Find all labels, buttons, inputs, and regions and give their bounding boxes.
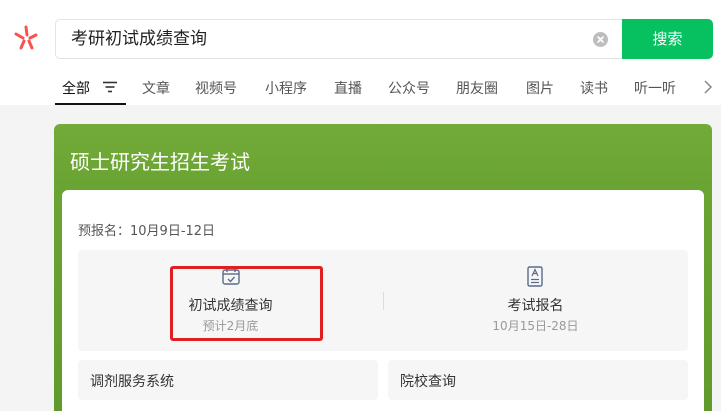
school-query-button[interactable]: 院校查询	[388, 360, 688, 400]
tab-moments[interactable]: 朋友圈	[456, 78, 498, 98]
exam-card: 硕士研究生招生考试 预报名：10月9日-12日 初试成绩查询 预计2月底 考试报…	[54, 124, 712, 411]
search-input[interactable]: 考研初试成绩查询	[55, 19, 622, 59]
wechat-search-logo-icon	[14, 25, 38, 50]
adjustment-service-label: 调剂服务系统	[90, 374, 174, 390]
card-body: 预报名：10月9日-12日 初试成绩查询 预计2月底 考试报名 10月15日-2…	[62, 190, 704, 411]
filter-icon[interactable]	[102, 81, 118, 93]
school-query-label: 院校查询	[400, 374, 456, 390]
card-title[interactable]: 硕士研究生招生考试	[70, 146, 250, 175]
tab-books[interactable]: 读书	[580, 78, 608, 98]
tab-mini-programs[interactable]: 小程序	[265, 78, 307, 98]
search-query-text[interactable]: 考研初试成绩查询	[71, 20, 207, 58]
tab-images[interactable]: 图片	[526, 78, 554, 98]
adjustment-service-button[interactable]: 调剂服务系统	[78, 360, 378, 400]
document-a-icon	[527, 266, 543, 287]
search-button[interactable]: 搜索	[622, 19, 713, 59]
exam-registration-entry[interactable]: 考试报名 10月15日-28日	[383, 250, 688, 351]
prereg-date: 预报名：10月9日-12日	[78, 224, 216, 239]
clear-icon[interactable]	[593, 32, 608, 47]
tab-listen[interactable]: 听一听	[634, 78, 676, 98]
tab-articles[interactable]: 文章	[142, 78, 170, 98]
top-bar: 考研初试成绩查询 搜索 全部 文章 视频号 小程序 直播 公众号 朋友圈 图片 …	[0, 0, 721, 105]
tab-official-accounts[interactable]: 公众号	[388, 78, 430, 98]
service-grid: 初试成绩查询 预计2月底 考试报名 10月15日-28日	[78, 250, 688, 351]
chevron-right-icon[interactable]	[703, 80, 713, 94]
tab-channels[interactable]: 视频号	[195, 78, 237, 98]
tab-all[interactable]: 全部	[62, 78, 90, 98]
tab-live[interactable]: 直播	[334, 78, 362, 98]
highlight-box	[170, 266, 323, 341]
exam-registration-date: 10月15日-28日	[492, 319, 579, 333]
exam-registration-title: 考试报名	[507, 298, 564, 314]
